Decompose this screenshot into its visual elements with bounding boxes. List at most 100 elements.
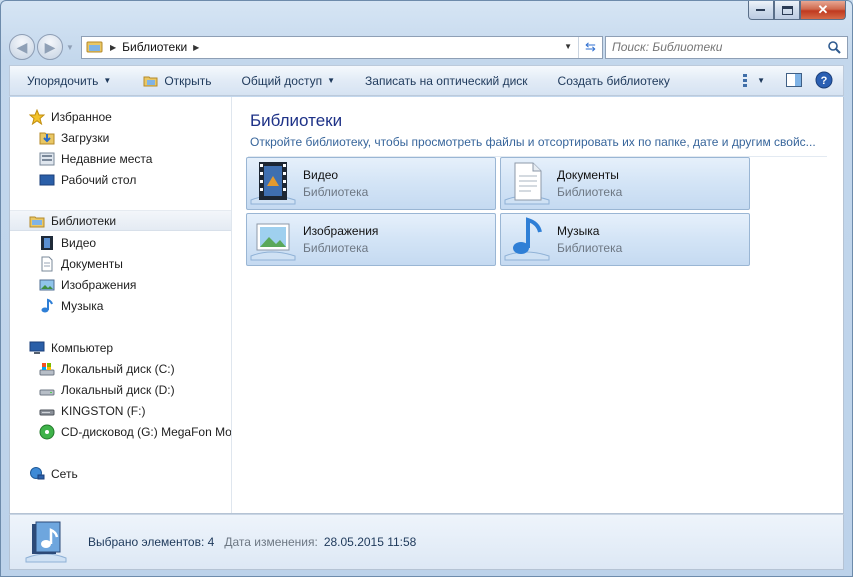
maximize-button[interactable] bbox=[774, 1, 800, 20]
burn-disc-button[interactable]: Записать на оптический диск bbox=[357, 69, 536, 93]
sidebar-item-drive-c[interactable]: Локальный диск (C:) bbox=[10, 358, 231, 379]
back-button[interactable]: ◀ bbox=[9, 34, 35, 60]
sidebar-item-drive-f[interactable]: KINGSTON (F:) bbox=[10, 400, 231, 421]
picture-icon bbox=[39, 279, 55, 290]
hard-drive-icon bbox=[39, 389, 55, 395]
nav-arrows: ◀ ▶ ▼ bbox=[9, 34, 79, 60]
music-library-icon bbox=[504, 216, 550, 260]
network-icon bbox=[30, 466, 45, 479]
library-tile-music[interactable]: Музыка Библиотека bbox=[500, 213, 750, 266]
organize-button[interactable]: Упорядочить ▼ bbox=[19, 69, 119, 93]
sidebar-item-label: Локальный диск (D:) bbox=[61, 382, 175, 397]
sidebar-item-computer[interactable]: Компьютер bbox=[10, 337, 231, 358]
sidebar-item-network[interactable]: Сеть bbox=[10, 463, 231, 484]
change-view-button[interactable]: ▼ bbox=[743, 69, 765, 91]
tile-name: Музыка bbox=[557, 224, 600, 238]
breadcrumb-libraries[interactable]: Библиотеки bbox=[122, 40, 187, 54]
sidebar-item-recent[interactable]: Недавние места bbox=[10, 148, 231, 169]
recent-places-icon bbox=[39, 152, 55, 165]
caption-buttons: ✕ bbox=[748, 1, 846, 20]
sidebar-item-favorites[interactable]: Избранное bbox=[10, 106, 231, 127]
forward-button[interactable]: ▶ bbox=[37, 34, 63, 60]
explorer-window: ✕ ◀ ▶ ▼ ▶ Библиотеки ▶ ▼ ⇆ Поиск: Библио… bbox=[0, 0, 853, 577]
breadcrumb-arrow-icon[interactable]: ▶ bbox=[110, 43, 116, 52]
open-button[interactable]: Открыть bbox=[135, 69, 219, 93]
video-library-icon bbox=[250, 161, 296, 204]
help-button[interactable]: ? bbox=[813, 69, 835, 91]
search-input[interactable] bbox=[612, 40, 822, 54]
sidebar-item-label: Изображения bbox=[61, 277, 137, 292]
tile-text: Изображения Библиотека bbox=[303, 224, 378, 255]
library-header: Библиотеки Откройте библиотеку, чтобы пр… bbox=[242, 103, 833, 157]
back-arrow-icon: ◀ bbox=[16, 38, 28, 55]
breadcrumb-arrow-icon[interactable]: ▶ bbox=[193, 43, 199, 52]
downloads-folder-icon bbox=[39, 132, 55, 144]
new-library-label: Создать библиотеку bbox=[557, 73, 670, 88]
chevron-down-icon: ▼ bbox=[327, 76, 336, 85]
sidebar-item-label: Документы bbox=[61, 256, 123, 271]
libraries-thumbnail-icon bbox=[25, 521, 67, 563]
share-button[interactable]: Общий доступ ▼ bbox=[233, 69, 343, 93]
library-tile-video[interactable]: Видео Библиотека bbox=[246, 157, 496, 210]
tile-text: Документы Библиотека bbox=[557, 168, 622, 199]
system-drive-icon bbox=[39, 362, 55, 375]
address-bar[interactable]: ▶ Библиотеки ▶ ▼ ⇆ bbox=[81, 35, 603, 59]
chevron-down-icon[interactable]: ▼ bbox=[757, 76, 765, 85]
sidebar-item-drive-d[interactable]: Локальный диск (D:) bbox=[10, 379, 231, 400]
content-area: Избранное Загрузки Недавние места Рабочи… bbox=[9, 97, 844, 514]
open-label: Открыть bbox=[164, 73, 212, 88]
minimize-button[interactable] bbox=[748, 1, 774, 20]
library-tile-documents[interactable]: Документы Библиотека bbox=[500, 157, 750, 210]
search-box[interactable] bbox=[605, 35, 848, 59]
sidebar-item-video[interactable]: Видео bbox=[10, 232, 231, 253]
chevron-down-icon: ▼ bbox=[103, 76, 112, 85]
sidebar-item-label: Компьютер bbox=[51, 340, 114, 355]
close-button[interactable]: ✕ bbox=[800, 1, 846, 20]
library-tile-images[interactable]: Изображения Библиотека bbox=[246, 213, 496, 266]
burn-disc-label: Записать на оптический диск bbox=[365, 73, 528, 88]
sidebar-item-libraries[interactable]: Библиотеки bbox=[10, 210, 231, 231]
view-controls: ▼ ? bbox=[735, 69, 835, 91]
new-library-button[interactable]: Создать библиотеку bbox=[550, 69, 678, 93]
help-icon: ? bbox=[815, 71, 833, 89]
sidebar-item-label: Библиотеки bbox=[51, 213, 117, 228]
computer-icon bbox=[29, 341, 45, 354]
sidebar-item-label: Загрузки bbox=[61, 130, 110, 145]
tile-name: Видео bbox=[303, 168, 339, 182]
recent-pages-dropdown[interactable]: ▼ bbox=[66, 43, 74, 52]
sidebar-item-images[interactable]: Изображения bbox=[10, 274, 231, 295]
forward-arrow-icon: ▶ bbox=[44, 38, 56, 55]
libraries-icon bbox=[29, 216, 45, 227]
details-pane: Выбрано элементов: 4 Дата изменения: 28.… bbox=[9, 514, 844, 570]
star-icon bbox=[29, 108, 45, 125]
sidebar-item-label: Сеть bbox=[51, 466, 78, 481]
sidebar-item-label: Недавние места bbox=[61, 151, 153, 166]
share-label: Общий доступ bbox=[241, 73, 323, 88]
preview-pane-button[interactable] bbox=[783, 69, 805, 91]
sidebar-item-downloads[interactable]: Загрузки bbox=[10, 127, 231, 148]
modified-date-value: 28.05.2015 11:58 bbox=[323, 535, 417, 549]
preview-pane-icon bbox=[786, 73, 802, 87]
sidebar-item-label: CD-дисковод (G:) MegaFon Mo bbox=[61, 424, 232, 439]
sidebar-item-music[interactable]: Музыка bbox=[10, 295, 231, 316]
sidebar-item-label: Рабочий стол bbox=[61, 172, 137, 187]
document-icon bbox=[41, 256, 53, 271]
selected-count: Выбрано элементов: 4 bbox=[88, 535, 215, 549]
address-dropdown-icon[interactable]: ▼ bbox=[564, 42, 572, 51]
organize-label: Упорядочить bbox=[27, 73, 99, 88]
refresh-button[interactable]: ⇆ bbox=[578, 36, 602, 58]
navigation-row: ◀ ▶ ▼ ▶ Библиотеки ▶ ▼ ⇆ bbox=[9, 34, 848, 60]
sidebar-item-desktop[interactable]: Рабочий стол bbox=[10, 169, 231, 190]
page-title: Библиотеки bbox=[250, 111, 343, 130]
search-icon[interactable] bbox=[827, 40, 841, 54]
main-pane: Библиотеки Откройте библиотеку, чтобы пр… bbox=[232, 97, 843, 513]
svg-text:?: ? bbox=[821, 75, 828, 87]
sidebar-item-drive-g[interactable]: CD-дисковод (G:) MegaFon Mo bbox=[10, 421, 232, 442]
command-bar: Упорядочить ▼ Открыть Общий доступ ▼ Зап… bbox=[9, 65, 844, 96]
close-icon: ✕ bbox=[817, 2, 829, 17]
sidebar-item-documents[interactable]: Документы bbox=[10, 253, 231, 274]
music-note-icon bbox=[41, 298, 53, 312]
navigation-pane: Избранное Загрузки Недавние места Рабочи… bbox=[10, 97, 232, 513]
sidebar-item-label: Музыка bbox=[61, 298, 104, 313]
modified-date-label: Дата изменения: bbox=[224, 535, 318, 549]
